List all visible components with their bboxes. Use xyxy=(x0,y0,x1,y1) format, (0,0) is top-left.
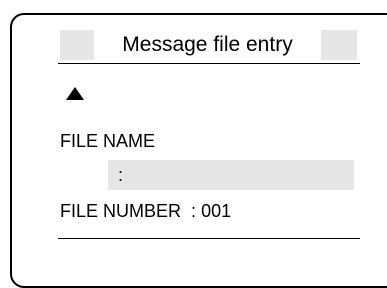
title-bar-shade-left xyxy=(60,30,94,60)
file-name-input[interactable]: : xyxy=(108,160,354,190)
file-number-separator: : xyxy=(191,201,197,221)
divider-bottom xyxy=(58,238,360,239)
file-number-label: FILE NUMBER xyxy=(60,201,182,221)
page-title: Message file entry xyxy=(122,33,293,56)
file-number-row: FILE NUMBER : 001 xyxy=(60,200,231,222)
title-bar-shade-right xyxy=(321,30,357,60)
divider-top xyxy=(58,63,360,64)
up-triangle-icon[interactable] xyxy=(66,87,84,100)
title-bar: Message file entry xyxy=(58,30,360,60)
file-number-value[interactable]: 001 xyxy=(201,201,231,221)
file-name-label: FILE NAME xyxy=(60,131,156,151)
file-name-separator: : xyxy=(118,165,124,185)
